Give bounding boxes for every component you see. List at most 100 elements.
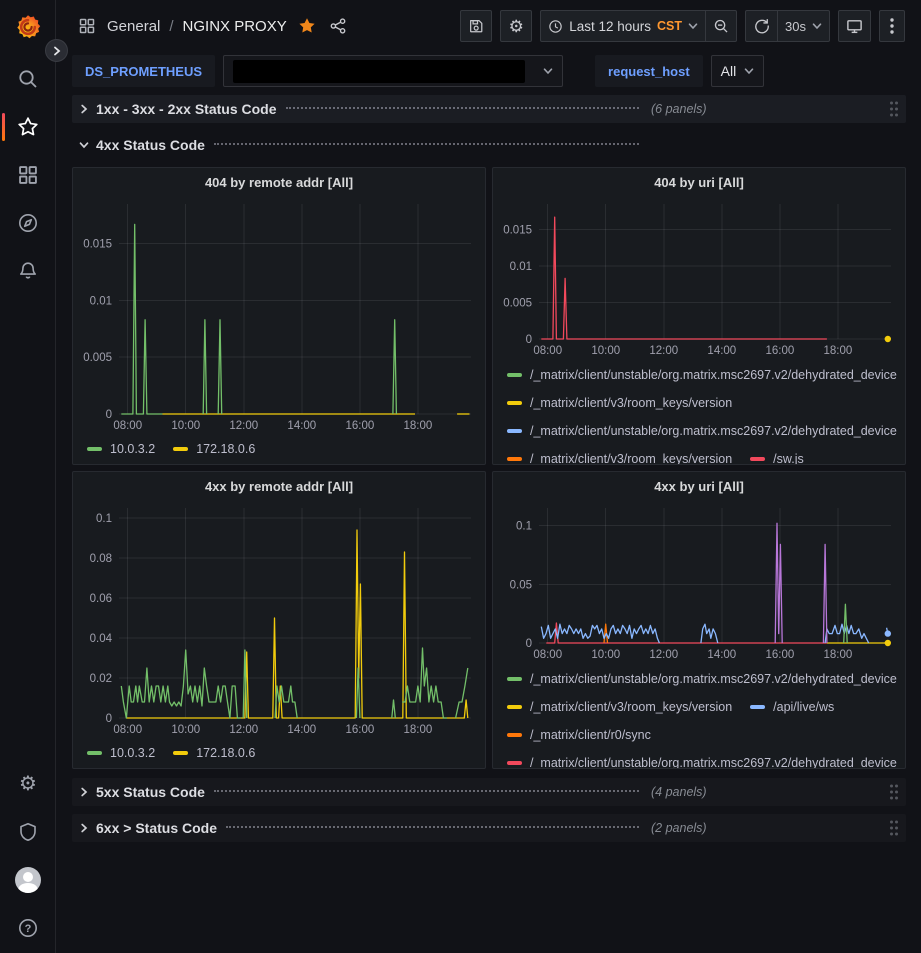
- svg-text:0.005: 0.005: [503, 298, 532, 310]
- sidebar-item-explore[interactable]: [0, 206, 56, 240]
- variable-select-ds-prometheus[interactable]: [223, 55, 563, 87]
- legend-item[interactable]: /_matrix/client/unstable/org.matrix.msc2…: [507, 361, 897, 389]
- legend-item[interactable]: /_matrix/client/v3/room_keys/version: [507, 389, 732, 417]
- row-drag-handle[interactable]: [888, 783, 900, 801]
- chevron-right-icon: [79, 104, 89, 114]
- sidebar-item-favorites[interactable]: [0, 110, 56, 144]
- cycle-view-mode-button[interactable]: [838, 10, 871, 42]
- refresh-interval-picker[interactable]: 30s: [777, 10, 830, 42]
- row-header-5xx[interactable]: 5xx Status Code (4 panels): [72, 778, 906, 806]
- legend-item[interactable]: /_matrix/client/unstable/org.matrix.msc2…: [507, 749, 897, 768]
- sidebar-item-help[interactable]: ?: [0, 911, 56, 945]
- chevron-right-icon: [79, 787, 89, 797]
- dotted-leader: [214, 790, 639, 792]
- chart-svg: 08:0010:0012:0014:0016:0018:0000.050.1: [493, 500, 905, 663]
- svg-text:10:00: 10:00: [591, 649, 620, 661]
- legend-item[interactable]: /_matrix/client/unstable/org.matrix.msc2…: [507, 665, 897, 693]
- svg-text:08:00: 08:00: [533, 345, 562, 357]
- time-series-plot[interactable]: 08:0010:0012:0014:0016:0018:0000.020.040…: [73, 500, 485, 738]
- row-drag-handle[interactable]: [888, 819, 900, 837]
- grafana-app: ⚙ ?: [0, 0, 921, 953]
- panel-legend: 10.0.3.2 172.18.0.6: [73, 738, 485, 768]
- series-label: /_matrix/client/unstable/org.matrix.msc2…: [530, 424, 897, 438]
- svg-text:14:00: 14:00: [287, 724, 316, 736]
- legend-item[interactable]: 10.0.3.2: [87, 436, 155, 462]
- row-panel-count: (4 panels): [651, 785, 707, 799]
- chevron-right-icon: [79, 823, 89, 833]
- panel-404-by-uri: 404 by uri [All] 08:0010:0012:0014:0016:…: [492, 167, 906, 465]
- series-color-swatch: [173, 751, 188, 755]
- svg-text:0.02: 0.02: [90, 673, 112, 685]
- share-icon: [329, 17, 347, 35]
- refresh-button[interactable]: [745, 10, 777, 42]
- series-label: /_matrix/client/unstable/org.matrix.msc2…: [530, 672, 897, 686]
- legend-item[interactable]: /sw.js: [750, 445, 804, 464]
- legend-item[interactable]: /_matrix/client/unstable/org.matrix.msc2…: [507, 417, 897, 445]
- variable-select-request-host[interactable]: All: [711, 55, 765, 87]
- dashboard-settings-button[interactable]: ⚙: [500, 10, 532, 42]
- sidebar-expand-button[interactable]: [45, 39, 68, 62]
- legend-item[interactable]: /_matrix/client/v3/room_keys/version: [507, 693, 732, 721]
- series-color-swatch: [173, 447, 188, 451]
- panel-title[interactable]: 4xx by remote addr [All]: [73, 472, 485, 500]
- chevron-right-icon: [52, 46, 62, 56]
- sidebar-nav-top: [0, 62, 55, 288]
- legend-item[interactable]: 10.0.3.2: [87, 740, 155, 766]
- panel-404-by-remote-addr: 404 by remote addr [All] 08:0010:0012:00…: [72, 167, 486, 465]
- sidebar-item-search[interactable]: [0, 62, 56, 96]
- breadcrumb-separator: /: [169, 18, 173, 35]
- series-color-swatch: [507, 429, 522, 433]
- chevron-down-icon: [688, 21, 698, 31]
- svg-text:12:00: 12:00: [649, 649, 678, 661]
- legend-item[interactable]: 172.18.0.6: [173, 740, 255, 766]
- favorite-star-button[interactable]: [296, 15, 318, 37]
- zoom-out-time-button[interactable]: [705, 10, 737, 42]
- time-series-plot[interactable]: 08:0010:0012:0014:0016:0018:0000.050.1: [493, 500, 905, 663]
- series-color-swatch: [507, 457, 522, 461]
- row-header-4xx[interactable]: 4xx Status Code: [72, 131, 906, 159]
- row-header-6xx[interactable]: 6xx > Status Code (2 panels): [72, 814, 906, 842]
- chevron-down-icon: [812, 21, 822, 31]
- sidebar-item-server-admin[interactable]: [0, 815, 56, 849]
- series-color-swatch: [507, 705, 522, 709]
- row-drag-handle[interactable]: [888, 100, 900, 118]
- more-options-button[interactable]: [879, 10, 905, 42]
- breadcrumb-section[interactable]: General: [107, 18, 160, 35]
- time-series-plot[interactable]: 08:0010:0012:0014:0016:0018:0000.0050.01…: [493, 196, 905, 359]
- empty-area: [72, 850, 906, 950]
- time-series-plot[interactable]: 08:0010:0012:0014:0016:0018:0000.0050.01…: [73, 196, 485, 434]
- svg-text:18:00: 18:00: [824, 649, 853, 661]
- legend-item[interactable]: /_matrix/client/v3/room_keys/version: [507, 445, 732, 464]
- sidebar-item-profile[interactable]: [0, 863, 56, 897]
- svg-text:14:00: 14:00: [707, 345, 736, 357]
- svg-text:16:00: 16:00: [765, 649, 794, 661]
- series-color-swatch: [507, 733, 522, 737]
- save-dashboard-button[interactable]: [460, 10, 492, 42]
- zoom-out-icon: [713, 18, 729, 34]
- dotted-leader: [214, 143, 639, 145]
- sidebar-item-configuration[interactable]: ⚙: [0, 767, 56, 801]
- panel-title[interactable]: 404 by remote addr [All]: [73, 168, 485, 196]
- svg-text:16:00: 16:00: [345, 724, 374, 736]
- svg-text:0.01: 0.01: [90, 295, 112, 307]
- row-header-1xx-3xx-2xx[interactable]: 1xx - 3xx - 2xx Status Code (6 panels): [72, 95, 906, 123]
- sidebar-item-dashboards[interactable]: [0, 158, 56, 192]
- avatar: [15, 867, 41, 893]
- grafana-logo[interactable]: [0, 0, 55, 46]
- svg-text:0: 0: [526, 334, 532, 346]
- series-color-swatch: [87, 447, 102, 451]
- legend-item[interactable]: /_matrix/client/r0/sync: [507, 721, 651, 749]
- time-range-picker[interactable]: Last 12 hours CST: [540, 10, 705, 42]
- series-label: /_matrix/client/unstable/org.matrix.msc2…: [530, 368, 897, 382]
- svg-text:08:00: 08:00: [533, 649, 562, 661]
- legend-item[interactable]: 172.18.0.6: [173, 436, 255, 462]
- legend-item[interactable]: /api/live/ws: [750, 693, 834, 721]
- panel-title[interactable]: 404 by uri [All]: [493, 168, 905, 196]
- panel-title[interactable]: 4xx by uri [All]: [493, 472, 905, 500]
- sidebar-item-alerting[interactable]: [0, 254, 56, 288]
- variable-label-ds-prometheus: DS_PROMETHEUS: [72, 55, 215, 87]
- panel-4xx-by-remote-addr: 4xx by remote addr [All] 08:0010:0012:00…: [72, 471, 486, 769]
- monitor-icon: [846, 18, 863, 35]
- svg-text:16:00: 16:00: [345, 420, 374, 432]
- share-button[interactable]: [327, 15, 349, 37]
